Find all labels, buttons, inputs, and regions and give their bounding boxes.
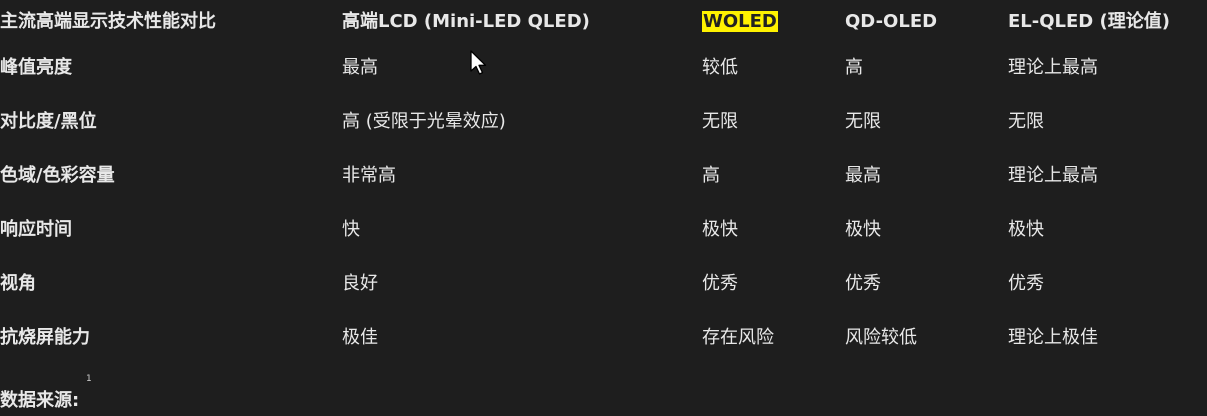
- table-cell: 风险较低: [845, 327, 917, 348]
- row-label: 色域/色彩容量: [0, 165, 115, 186]
- table-cell: 最高: [845, 165, 881, 186]
- table-cell: 无限: [845, 111, 881, 132]
- header-cell-qd-oled: QD-OLED: [845, 11, 938, 32]
- table-row: 视角 良好 优秀 优秀 优秀: [0, 262, 1207, 316]
- mouse-pointer-icon: [470, 50, 487, 75]
- table-row: 峰值亮度 最高 较低 高 理论上最高: [0, 46, 1207, 100]
- table-cell: 理论上极佳: [1008, 327, 1098, 348]
- table-row: 色域/色彩容量 非常高 高 最高 理论上最高: [0, 154, 1207, 208]
- row-label: 对比度/黑位: [0, 111, 97, 132]
- table-cell: 非常高: [342, 165, 396, 186]
- table-cell: 最高: [342, 57, 378, 78]
- row-label: 峰值亮度: [0, 57, 72, 78]
- table-row: 响应时间 快 极快 极快 极快: [0, 208, 1207, 262]
- highlighted-text: WOLED: [702, 11, 778, 32]
- header-cell-woled: WOLED: [702, 10, 778, 34]
- table-cell: 极快: [845, 219, 881, 240]
- citation-link[interactable]: 1: [86, 374, 92, 384]
- table-cell: 优秀: [1008, 273, 1044, 294]
- row-label: 抗烧屏能力: [0, 327, 90, 348]
- header-cell-lcd: 高端LCD (Mini-LED QLED): [342, 11, 590, 32]
- table-cell: 无限: [1008, 111, 1044, 132]
- table-cell: 极快: [1008, 219, 1044, 240]
- header-cell-el-qled: EL-QLED (理论值): [1008, 11, 1170, 32]
- header-cell-title: 主流高端显示技术性能对比: [0, 11, 216, 32]
- row-label: 响应时间: [0, 219, 72, 240]
- table-cell: 高 (受限于光晕效应): [342, 111, 506, 132]
- table-cell: 极快: [702, 219, 738, 240]
- table-row: 对比度/黑位 高 (受限于光晕效应) 无限 无限 无限: [0, 100, 1207, 154]
- table-header-row: 主流高端显示技术性能对比 高端LCD (Mini-LED QLED) WOLED…: [0, 0, 1207, 46]
- table-cell: 无限: [702, 111, 738, 132]
- table-cell: 优秀: [845, 273, 881, 294]
- table-cell: 存在风险: [702, 327, 774, 348]
- table-cell: 优秀: [702, 273, 738, 294]
- comparison-table: 主流高端显示技术性能对比 高端LCD (Mini-LED QLED) WOLED…: [0, 0, 1207, 370]
- table-cell: 良好: [342, 273, 378, 294]
- table-row: 抗烧屏能力 极佳 存在风险 风险较低 理论上极佳: [0, 316, 1207, 370]
- table-cell: 理论上最高: [1008, 57, 1098, 78]
- table-cell: 高: [702, 165, 720, 186]
- row-label: 视角: [0, 273, 36, 294]
- table-cell: 快: [342, 219, 360, 240]
- table-cell: 高: [845, 57, 863, 78]
- table-cell: 较低: [702, 57, 738, 78]
- table-cell: 极佳: [342, 327, 378, 348]
- data-source-footer: 数据来源: 1: [0, 374, 92, 412]
- data-source-label: 数据来源:: [0, 390, 80, 411]
- table-cell: 理论上最高: [1008, 165, 1098, 186]
